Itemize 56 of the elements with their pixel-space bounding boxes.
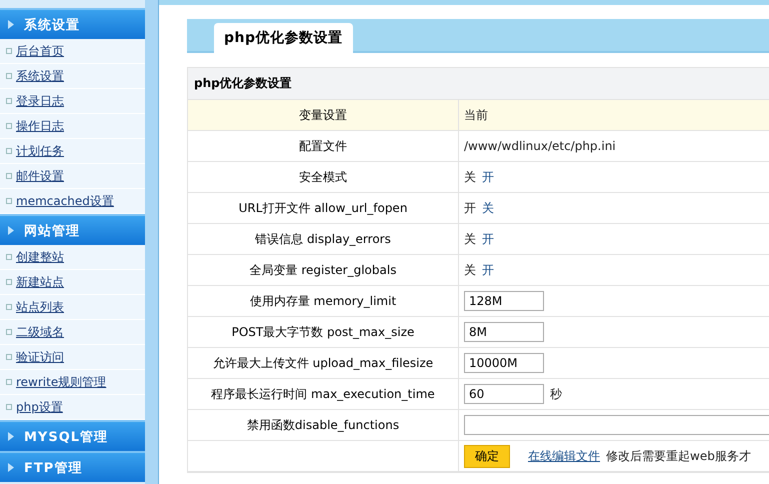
current-state: 关 <box>464 262 476 278</box>
table-title: php优化参数设置 <box>188 68 769 100</box>
sidebar-group-header[interactable]: 系统设置 <box>0 8 145 39</box>
value-text: /www/wdlinux/etc/php.ini <box>464 139 616 153</box>
current-state: 关 <box>464 230 476 248</box>
row-label: POST最大字节数 post_max_size <box>232 324 414 340</box>
current-state: 开 <box>464 200 476 216</box>
row-label: 允许最大上传文件 upload_max_filesize <box>212 354 434 372</box>
bullet-icon <box>6 279 12 285</box>
row-label: 错误信息 display_errors <box>255 230 391 248</box>
note-text: 修改后需要重起web服务才 <box>606 448 751 464</box>
bullet-icon <box>6 123 12 129</box>
bullet-icon <box>6 73 12 79</box>
row-label: 变量设置 <box>299 106 347 124</box>
triangle-icon <box>8 463 14 472</box>
input-field[interactable]: 10000M <box>464 353 544 373</box>
tab[interactable]: php优化参数设置 <box>214 23 353 53</box>
group-title: FTP管理 <box>24 460 82 476</box>
bullet-icon <box>6 173 12 179</box>
row-label: 配置文件 <box>299 138 347 154</box>
value-text: 当前 <box>464 106 488 124</box>
bullet-icon <box>6 198 12 204</box>
triangle-icon <box>8 226 14 235</box>
row-label: 全局变量 register_globals <box>250 262 396 278</box>
input-field[interactable] <box>464 415 769 435</box>
input-field[interactable]: 60 <box>464 384 544 404</box>
edit-file-link[interactable]: 在线编辑文件 <box>528 448 600 464</box>
bullet-icon <box>6 329 12 335</box>
group-title: 系统设置 <box>24 16 80 34</box>
bullet-icon <box>6 379 12 385</box>
bullet-icon <box>6 354 12 360</box>
bullet-icon <box>6 254 12 260</box>
row-label: 使用内存量 memory_limit <box>250 292 396 310</box>
bullet-icon <box>6 48 12 54</box>
row-label: 安全模式 <box>299 168 347 186</box>
bullet-icon <box>6 148 12 154</box>
toggle-link[interactable]: 开 <box>482 230 494 248</box>
triangle-icon <box>8 432 14 441</box>
sidebar-group-header[interactable]: 网站管理 <box>0 214 145 245</box>
current-state: 关 <box>464 168 476 186</box>
bullet-icon <box>6 304 12 310</box>
triangle-icon <box>8 20 14 29</box>
input-field[interactable]: 128M <box>464 291 544 311</box>
toggle-link[interactable]: 开 <box>482 262 494 278</box>
input-field[interactable]: 8M <box>464 322 544 342</box>
confirm-button[interactable]: 确定 <box>464 444 510 468</box>
bullet-icon <box>6 404 12 410</box>
row-label: 禁用函数disable_functions <box>246 416 400 434</box>
group-title: MYSQL管理 <box>24 428 108 446</box>
unit-label: 秒 <box>550 386 562 402</box>
toggle-link[interactable]: 关 <box>482 200 494 216</box>
group-title: 网站管理 <box>24 222 80 240</box>
row-label: 程序最长运行时间 max_execution_time <box>211 386 435 402</box>
toggle-link[interactable]: 开 <box>482 168 494 186</box>
bullet-icon <box>6 98 12 104</box>
row-label: URL打开文件 allow_url_fopen <box>238 200 408 216</box>
